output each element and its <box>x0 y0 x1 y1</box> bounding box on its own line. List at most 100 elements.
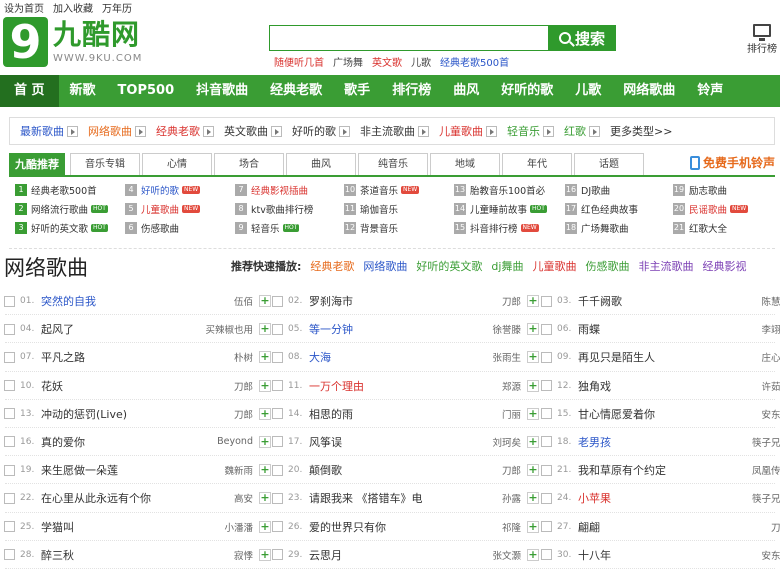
song-title-link[interactable]: 罗刹海市 <box>309 293 463 309</box>
category-link[interactable]: 11 瑜伽音乐 <box>344 202 398 216</box>
add-icon[interactable]: + <box>259 548 271 561</box>
song-checkbox[interactable] <box>272 521 283 532</box>
add-icon[interactable]: + <box>259 351 271 364</box>
add-icon[interactable]: + <box>259 464 271 477</box>
song-title-link[interactable]: 相思的雨 <box>309 406 463 422</box>
play-arrow-icon[interactable] <box>418 125 429 137</box>
play-arrow-icon[interactable] <box>486 125 497 137</box>
song-checkbox[interactable] <box>4 351 15 363</box>
add-icon[interactable]: + <box>259 407 271 420</box>
add-icon[interactable]: + <box>527 520 539 533</box>
add-icon[interactable]: + <box>527 407 539 420</box>
play-arrow-icon[interactable] <box>589 125 600 137</box>
tab[interactable]: 心情 <box>142 153 212 175</box>
artist-link[interactable]: 徐誉滕 <box>463 322 521 336</box>
song-title-link[interactable]: 等一分钟 <box>309 321 463 337</box>
artist-link[interactable]: 刀郎 <box>195 407 253 421</box>
category-link[interactable]: 20 民谣歌曲 NEW <box>673 202 749 216</box>
artist-link[interactable]: 小潘潘 <box>195 520 253 534</box>
artist-link[interactable]: 郑源 <box>463 379 521 393</box>
artist-link[interactable]: 买辣椒也用 <box>195 322 253 336</box>
artist-link[interactable]: 安东阳 <box>732 548 780 562</box>
song-title-link[interactable]: 颠倒歌 <box>309 462 463 478</box>
song-title-link[interactable]: 醉三秋 <box>41 547 195 563</box>
quick-play-link[interactable]: 网络歌曲 <box>363 258 407 274</box>
artist-link[interactable]: Beyond <box>195 436 253 447</box>
song-checkbox[interactable] <box>272 549 283 561</box>
play-arrow-icon[interactable] <box>203 125 214 137</box>
type-link[interactable]: 英文歌曲 <box>224 123 282 139</box>
song-title-link[interactable]: 甘心情愿爱着你 <box>578 406 732 422</box>
artist-link[interactable]: 魏新雨 <box>195 463 253 477</box>
type-link[interactable]: 非主流歌曲 <box>360 123 429 139</box>
song-title-link[interactable]: 老男孩 <box>578 434 732 450</box>
quick-play-link[interactable]: 非主流歌曲 <box>638 258 693 274</box>
artist-link[interactable]: 陈慧娴 <box>732 294 780 308</box>
rank-link[interactable]: 排行榜 <box>745 24 779 55</box>
song-checkbox[interactable] <box>4 521 15 532</box>
song-checkbox[interactable] <box>541 436 552 448</box>
song-title-link[interactable]: 千千阙歌 <box>578 293 732 309</box>
add-icon[interactable]: + <box>259 492 271 505</box>
category-link[interactable]: 18 广场舞歌曲 <box>565 221 629 235</box>
search-input[interactable] <box>269 25 548 51</box>
artist-link[interactable]: 刀郎 <box>463 463 521 477</box>
artist-link[interactable]: 高安 <box>195 491 253 505</box>
song-checkbox[interactable] <box>272 436 283 448</box>
category-link[interactable]: 21 红歌大全 <box>673 221 727 235</box>
song-title-link[interactable]: 平凡之路 <box>41 349 195 365</box>
add-icon[interactable]: + <box>527 379 539 392</box>
nav-item[interactable]: 抖音歌曲 <box>185 75 259 107</box>
add-icon[interactable]: + <box>527 464 539 477</box>
artist-link[interactable]: 筷子兄弟 <box>732 491 780 505</box>
add-icon[interactable]: + <box>527 323 539 336</box>
song-checkbox[interactable] <box>272 295 283 307</box>
category-link[interactable]: 16 DJ歌曲 <box>565 183 610 197</box>
add-icon[interactable]: + <box>259 520 271 533</box>
category-link[interactable]: 17 红色经典故事 <box>565 202 638 216</box>
search-button[interactable]: 搜索 <box>548 25 616 51</box>
hot-keyword-link[interactable]: 随便听几首 <box>274 54 324 69</box>
free-ringtone-link[interactable]: 免费手机铃声 <box>689 154 775 171</box>
add-icon[interactable]: + <box>259 435 271 448</box>
song-checkbox[interactable] <box>541 549 552 561</box>
category-link[interactable]: 10 茶道音乐 NEW <box>344 183 420 197</box>
song-checkbox[interactable] <box>4 323 15 335</box>
artist-link[interactable]: 朴树 <box>195 350 253 364</box>
song-title-link[interactable]: 真的爱你 <box>41 434 195 450</box>
type-link[interactable]: 好听的歌 <box>292 123 350 139</box>
category-link[interactable]: 15 抖音排行榜 NEW <box>454 221 539 235</box>
play-arrow-icon[interactable] <box>271 125 282 137</box>
artist-link[interactable]: 门丽 <box>463 407 521 421</box>
type-link[interactable]: 儿童歌曲 <box>439 123 497 139</box>
category-link[interactable]: 19 励志歌曲 <box>673 183 727 197</box>
song-title-link[interactable]: 我和草原有个约定 <box>578 462 732 478</box>
calendar-link[interactable]: 万年历 <box>102 0 132 15</box>
song-title-link[interactable]: 大海 <box>309 349 463 365</box>
hot-keyword-link[interactable]: 儿歌 <box>411 54 431 69</box>
play-arrow-icon[interactable] <box>67 125 78 137</box>
artist-link[interactable]: 庄心妍 <box>732 350 780 364</box>
artist-link[interactable]: 祁隆 <box>463 520 521 534</box>
nav-item[interactable]: 新歌 <box>59 75 107 107</box>
artist-link[interactable]: 刀郎 <box>732 520 780 534</box>
artist-link[interactable]: 张文灏 <box>463 548 521 562</box>
song-title-link[interactable]: 再见只是陌生人 <box>578 349 732 365</box>
type-link[interactable]: 网络歌曲 <box>88 123 146 139</box>
nav-item[interactable]: 歌手 <box>333 75 381 107</box>
add-icon[interactable]: + <box>527 435 539 448</box>
song-checkbox[interactable] <box>541 323 552 335</box>
quick-play-link[interactable]: 好听的英文歌 <box>416 258 482 274</box>
song-checkbox[interactable] <box>541 295 552 307</box>
song-title-link[interactable]: 花妖 <box>41 378 195 394</box>
nav-item[interactable]: 网络歌曲 <box>612 75 686 107</box>
add-icon[interactable]: + <box>527 548 539 561</box>
song-checkbox[interactable] <box>272 380 283 392</box>
category-link[interactable]: 3 好听的英文歌 HOT <box>15 221 108 235</box>
quick-play-link[interactable]: 儿童歌曲 <box>532 258 576 274</box>
artist-link[interactable]: 刀郎 <box>195 379 253 393</box>
song-title-link[interactable]: 风筝误 <box>309 434 463 450</box>
song-checkbox[interactable] <box>4 295 15 307</box>
song-title-link[interactable]: 突然的自我 <box>41 293 195 309</box>
song-title-link[interactable]: 在心里从此永远有个你 <box>41 490 195 506</box>
